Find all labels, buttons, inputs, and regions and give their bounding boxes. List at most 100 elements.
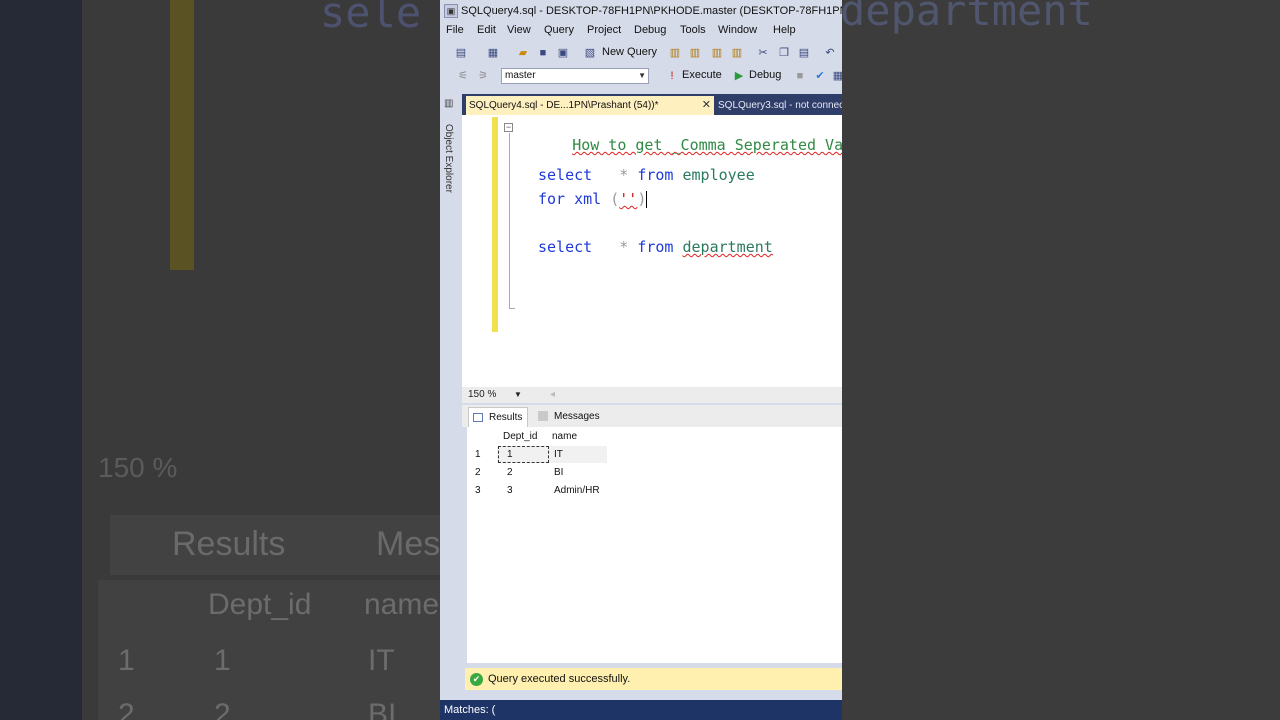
execute-button[interactable]: Execute — [682, 69, 722, 81]
title-bar: ▣ SQLQuery4.sql - DESKTOP-78FH1PN\PKHODE… — [440, 0, 842, 22]
keyword-select: select — [538, 166, 593, 184]
debug-icon[interactable]: ▶ — [732, 69, 746, 83]
query-icon-2[interactable]: ▥ — [688, 46, 702, 60]
background-left: sele 150 % Results Mes Dept_id name 1 1 … — [0, 0, 440, 720]
cell-name[interactable]: IT — [554, 446, 563, 463]
query-status-bar: ✔ Query executed successfully. — [465, 668, 842, 690]
undo-icon[interactable]: ↶ — [823, 46, 837, 60]
standard-toolbar: ▤ ▦ ▰ ■ ▣ ▧ New Query ▥ ▥ ▥ ▥ ✂ ❐ ▤ ↶ — [440, 42, 842, 64]
cell-name[interactable]: Admin/HR — [554, 482, 600, 499]
keyword-for-xml: for xml — [538, 190, 602, 208]
background-change-bar — [170, 0, 194, 270]
query-editor[interactable]: − How to get _Comma Seperated Value sele… — [462, 115, 842, 387]
cell-dept-id[interactable]: 1 — [507, 446, 513, 463]
new-query-icon[interactable]: ▧ — [583, 46, 597, 60]
database-selector[interactable]: master ▼ — [501, 68, 649, 84]
parse-icon[interactable]: ✔ — [813, 69, 827, 83]
cell-dept-id[interactable]: 3 — [507, 482, 513, 499]
menu-window[interactable]: Window — [718, 24, 757, 36]
add-item-icon[interactable]: ▦ — [486, 46, 500, 60]
tab-results-label: Results — [489, 412, 523, 423]
query-icon-4[interactable]: ▥ — [730, 46, 744, 60]
code-line-1: select * from employee — [538, 166, 755, 184]
row-number[interactable]: 3 — [475, 482, 481, 499]
scroll-left-icon[interactable]: ◂ — [550, 387, 555, 403]
new-project-icon[interactable]: ▤ — [454, 46, 468, 60]
object-explorer-label[interactable]: Object Explorer — [443, 124, 454, 193]
cell-name[interactable]: BI — [554, 464, 563, 481]
status-message: Query executed successfully. — [488, 673, 631, 685]
grid-icon — [473, 412, 483, 422]
column-header-name[interactable]: name — [552, 429, 577, 445]
menu-tools[interactable]: Tools — [680, 24, 706, 36]
document-tabs: SQLQuery4.sql - DE...1PN\Prashant (54))*… — [462, 94, 842, 115]
zoom-chevron-icon[interactable]: ▼ — [514, 387, 522, 403]
new-query-button[interactable]: New Query — [602, 46, 657, 58]
menu-query[interactable]: Query — [544, 24, 574, 36]
paste-icon[interactable]: ▤ — [797, 46, 811, 60]
menu-edit[interactable]: Edit — [477, 24, 496, 36]
save-icon[interactable]: ■ — [536, 46, 550, 60]
find-matches-text: Matches: ( — [444, 704, 496, 716]
tab-messages-label: Messages — [554, 411, 600, 422]
tab-sqlquery4[interactable]: SQLQuery4.sql - DE...1PN\Prashant (54))*… — [466, 96, 714, 115]
background-r2name: BI — [368, 698, 397, 720]
find-status-bar: Matches: ( — [440, 700, 842, 720]
code-line-3: select * from department — [538, 238, 773, 256]
copy-icon[interactable]: ❐ — [777, 46, 791, 60]
query-icon-1[interactable]: ▥ — [668, 46, 682, 60]
background-r1name: IT — [368, 644, 395, 677]
tab-results[interactable]: Results — [468, 407, 528, 427]
background-code-fragment: sele — [320, 0, 422, 37]
row-number[interactable]: 2 — [475, 464, 481, 481]
menu-debug[interactable]: Debug — [634, 24, 666, 36]
fold-line — [509, 133, 510, 308]
save-all-icon[interactable]: ▣ — [556, 46, 570, 60]
menu-file[interactable]: File — [446, 24, 464, 36]
tab-messages[interactable]: Messages — [536, 407, 600, 427]
background-r1id: 1 — [214, 644, 231, 677]
open-file-icon[interactable]: ▰ — [516, 46, 530, 60]
column-header-dept-id[interactable]: Dept_id — [503, 429, 537, 445]
star-operator: * — [619, 166, 629, 184]
code-line-2: for xml ('') — [538, 190, 648, 208]
keyword-select-2: select — [538, 238, 593, 256]
background-results-tabs: Results Mes — [110, 515, 440, 575]
comment-text: How to get _Comma Seperated Value — [572, 136, 842, 154]
close-paren: ) — [637, 190, 647, 208]
star-operator-2: * — [619, 238, 629, 256]
messages-icon — [538, 411, 548, 422]
cell-dept-id[interactable]: 2 — [507, 464, 513, 481]
background-r2id: 2 — [214, 698, 231, 720]
connect-icon[interactable]: ⚟ — [456, 69, 470, 83]
tab-sqlquery3-label: SQLQuery3.sql - not connecte — [718, 100, 842, 111]
background-col1: Dept_id — [208, 588, 312, 621]
results-tabs: Results Messages — [462, 405, 842, 427]
keyword-from: from — [637, 166, 674, 184]
string-literal: '' — [619, 190, 638, 208]
pin-icon[interactable]: ▥ — [444, 98, 453, 109]
background-right: department — [842, 0, 1280, 720]
more-icon[interactable]: ▦ — [831, 69, 842, 83]
background-results-label: Results — [172, 525, 286, 563]
code-line-comment: How to get _Comma Seperated Value — [518, 118, 842, 172]
tab-sqlquery4-label: SQLQuery4.sql - DE...1PN\Prashant (54))* — [469, 100, 659, 111]
zoom-level[interactable]: 150 % — [468, 387, 496, 403]
ssms-window: ▣ SQLQuery4.sql - DESKTOP-78FH1PN\PKHODE… — [440, 0, 842, 720]
collapse-icon[interactable]: − — [504, 123, 513, 132]
object-explorer-sidebar[interactable]: ▥ Object Explorer — [440, 94, 462, 692]
execute-icon[interactable]: ! — [665, 69, 679, 83]
close-icon[interactable]: ✕ — [702, 96, 711, 115]
fold-line-end — [509, 308, 515, 309]
menu-project[interactable]: Project — [587, 24, 621, 36]
debug-button[interactable]: Debug — [749, 69, 781, 81]
menu-bar: File Edit View Query Project Debug Tools… — [440, 22, 842, 41]
menu-view[interactable]: View — [507, 24, 531, 36]
query-icon-3[interactable]: ▥ — [710, 46, 724, 60]
cancel-query-icon[interactable]: ■ — [793, 69, 807, 83]
menu-help[interactable]: Help — [773, 24, 796, 36]
tab-sqlquery3[interactable]: SQLQuery3.sql - not connecte — [718, 96, 842, 115]
change-connection-icon[interactable]: ⚞ — [476, 69, 490, 83]
cut-icon[interactable]: ✂ — [756, 46, 770, 60]
row-number[interactable]: 1 — [475, 446, 481, 463]
